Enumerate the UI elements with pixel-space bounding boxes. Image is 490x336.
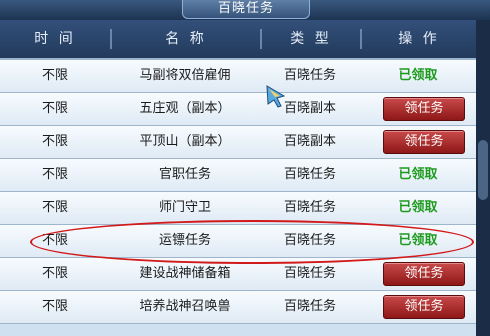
taken-status: 已领取 xyxy=(398,68,438,83)
action-cell: 领任务 xyxy=(360,126,476,158)
table-row: 不限 马副将双倍雇佣 百晓任务 已领取 xyxy=(0,60,476,93)
accept-task-button[interactable]: 领任务 xyxy=(383,262,465,286)
taken-status: 已领取 xyxy=(398,200,438,215)
table-header: 时 间 名 称 类 型 操 作 xyxy=(0,20,476,60)
accept-task-button[interactable]: 领任务 xyxy=(383,130,465,154)
row-type: 百晓副本 xyxy=(283,134,336,149)
row-time: 不限 xyxy=(41,299,68,314)
table-row: 不限 官职任务 百晓任务 已领取 xyxy=(0,159,476,192)
row-name: 培养战神召唤兽 xyxy=(139,299,231,314)
header-time: 时 间 xyxy=(34,31,76,47)
table-row: 不限 培养战神召唤兽 百晓任务 领任务 xyxy=(0,291,476,324)
table-row: 不限 建设战神储备箱 百晓任务 领任务 xyxy=(0,258,476,291)
row-name: 运镖任务 xyxy=(158,233,211,248)
task-table: 不限 马副将双倍雇佣 百晓任务 已领取 不限 五庄观（副本） 百晓副本 领任务 … xyxy=(0,60,476,336)
row-type: 百晓任务 xyxy=(283,299,336,314)
scroll-thumb[interactable] xyxy=(478,140,488,200)
row-time: 不限 xyxy=(41,167,68,182)
row-time: 不限 xyxy=(41,68,68,83)
row-time: 不限 xyxy=(41,233,68,248)
row-type: 百晓任务 xyxy=(283,266,336,281)
row-type: 百晓任务 xyxy=(283,167,336,182)
action-cell: 领任务 xyxy=(360,291,476,323)
table-row: 不限 五庄观（副本） 百晓副本 领任务 xyxy=(0,93,476,126)
title-bar: 百晓任务 xyxy=(0,0,490,20)
row-name: 建设战神储备箱 xyxy=(139,266,231,281)
row-time: 不限 xyxy=(41,266,68,281)
scrollbar[interactable] xyxy=(476,20,490,336)
row-name: 五庄观（副本） xyxy=(139,101,231,116)
accept-task-button[interactable]: 领任务 xyxy=(383,97,465,121)
row-time: 不限 xyxy=(41,101,68,116)
cursor-icon xyxy=(266,85,286,108)
row-name: 师门守卫 xyxy=(158,200,211,215)
taken-status: 已领取 xyxy=(398,233,438,248)
action-cell: 领任务 xyxy=(360,93,476,125)
table-row: 不限 平顶山（副本） 百晓副本 领任务 xyxy=(0,126,476,159)
header-name: 名 称 xyxy=(165,31,207,47)
row-name: 平顶山（副本） xyxy=(139,134,231,149)
header-type: 类 型 xyxy=(290,31,332,47)
row-time: 不限 xyxy=(41,134,68,149)
table-row: 不限 运镖任务 百晓任务 已领取 xyxy=(0,225,476,258)
row-name: 官职任务 xyxy=(158,167,211,182)
taken-status: 已领取 xyxy=(398,167,438,182)
window-title: 百晓任务 xyxy=(182,0,310,19)
row-name: 马副将双倍雇佣 xyxy=(139,68,231,83)
row-time: 不限 xyxy=(41,200,68,215)
accept-task-button[interactable]: 领任务 xyxy=(383,295,465,319)
table-row: 不限 师门守卫 百晓任务 已领取 xyxy=(0,192,476,225)
row-type: 百晓任务 xyxy=(283,233,336,248)
header-action: 操 作 xyxy=(398,31,440,47)
row-type: 百晓任务 xyxy=(283,200,336,215)
action-cell: 领任务 xyxy=(360,258,476,290)
